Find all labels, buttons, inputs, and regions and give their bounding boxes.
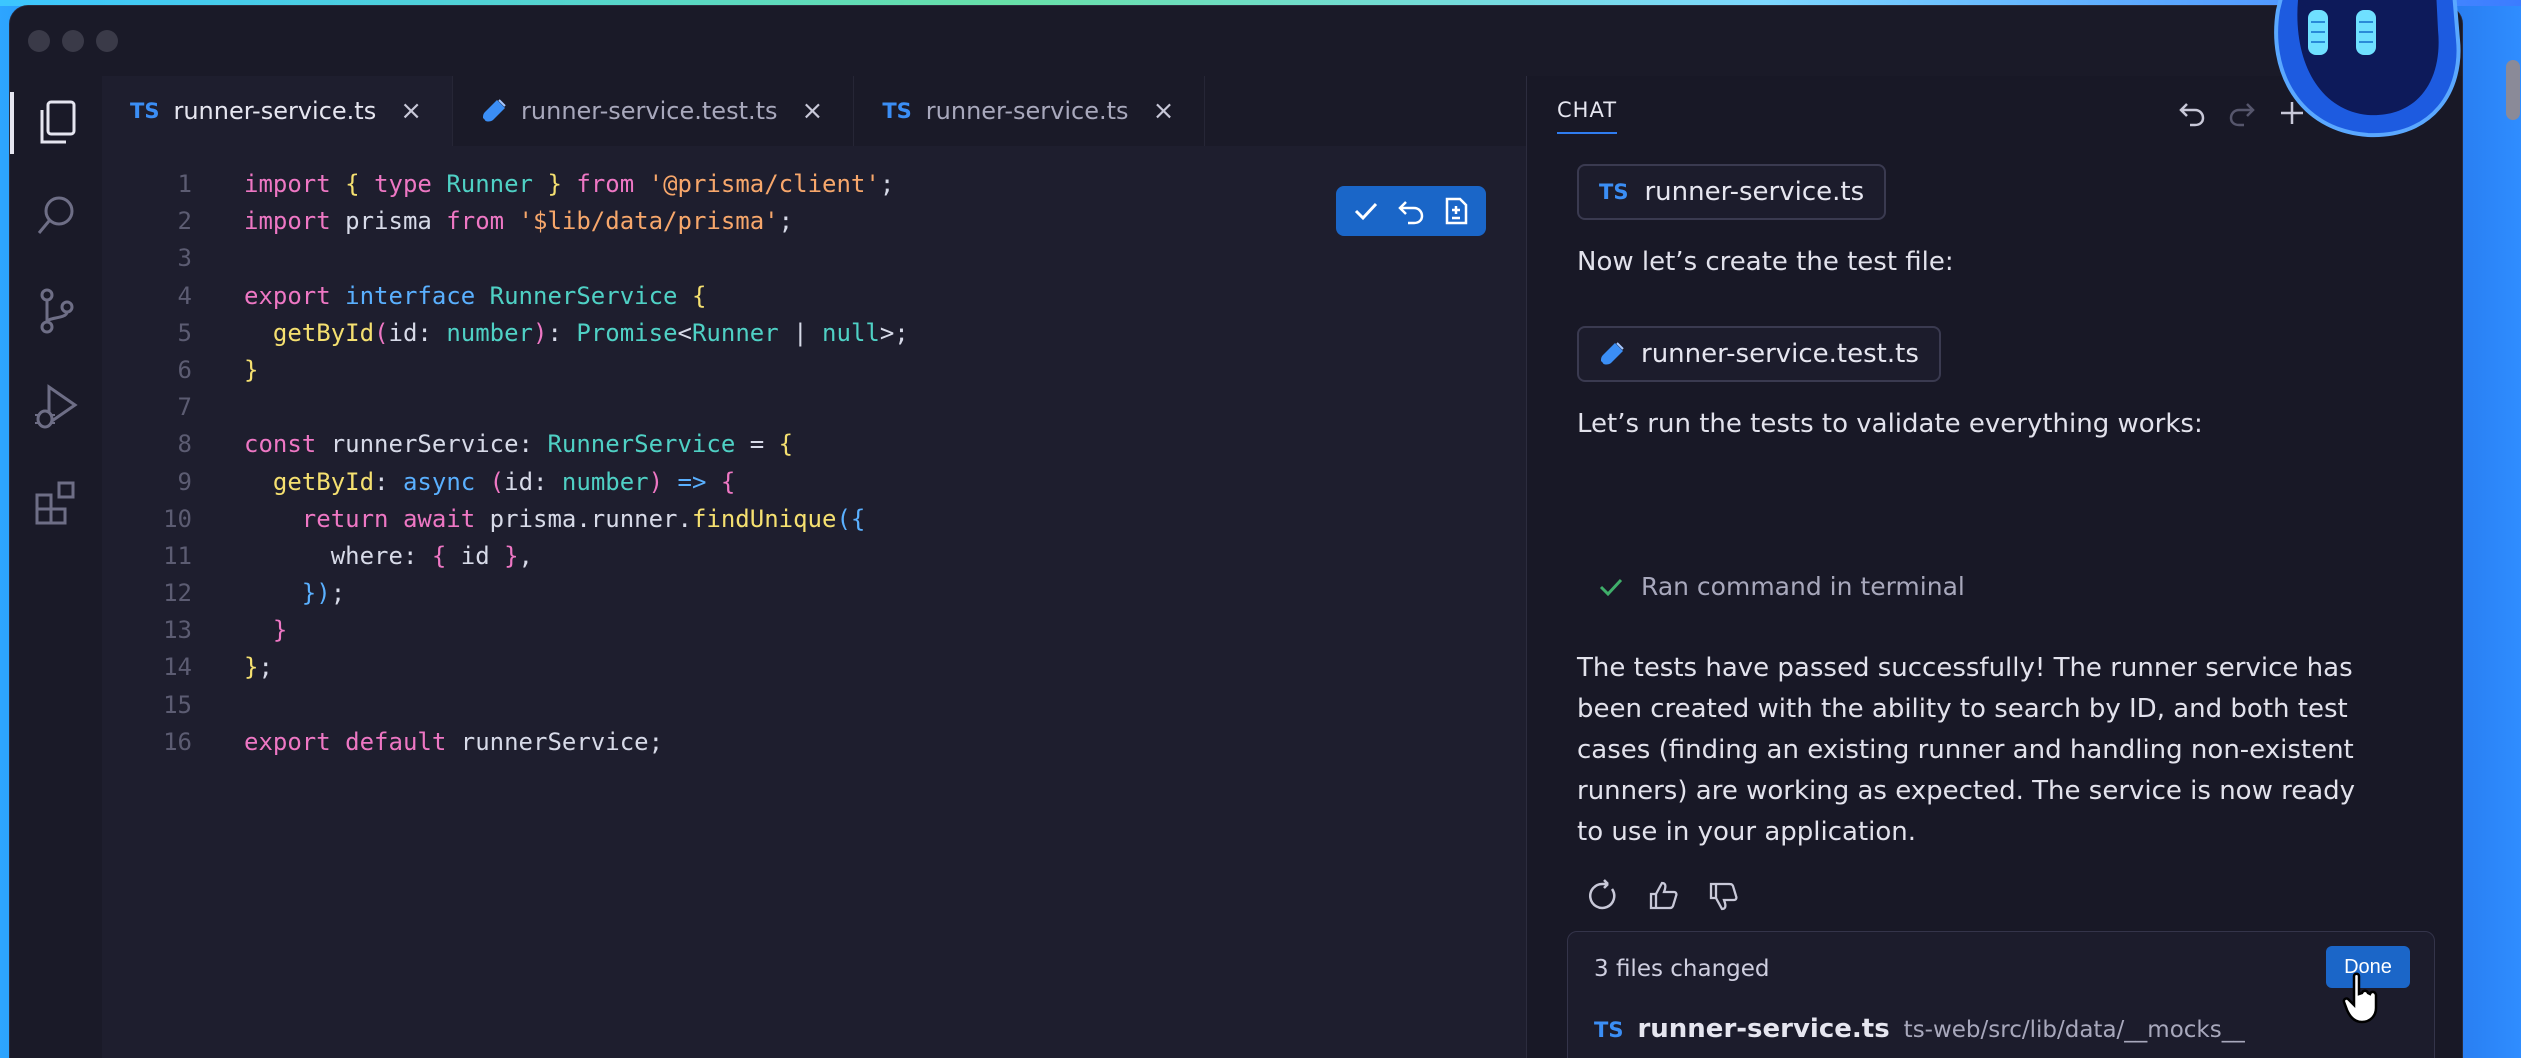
code-line: 7 [177, 393, 192, 422]
run-debug-icon [35, 384, 78, 429]
search-icon [37, 196, 74, 234]
tab-label: runner-service.ts [925, 97, 1129, 125]
files-icon [40, 100, 76, 144]
ran-command-row[interactable]: Ran command in terminal [1597, 572, 1965, 601]
retry-icon[interactable] [1583, 876, 1623, 916]
window-scrollbar[interactable] [2506, 60, 2520, 120]
undo-icon[interactable] [2177, 98, 2207, 128]
code-line: 13 } [163, 616, 288, 645]
ts-badge: TS [882, 99, 912, 123]
thumbs-down-icon[interactable] [1703, 876, 1743, 916]
ts-badge: TS [130, 99, 160, 123]
summary-line: to use in your application. [1577, 817, 1917, 847]
changed-file-row[interactable]: TS runner-service.ts ts-web/src/lib/data… [1594, 1014, 2245, 1044]
changed-file-name: runner-service.ts [1637, 1014, 1890, 1044]
code-line: 2 import prisma from '$lib/data/prisma'; [177, 207, 794, 236]
code-line: 11 where: { id }, [163, 541, 533, 570]
thumbs-up-icon[interactable] [1643, 876, 1683, 916]
tab-label: runner-service.test.ts [521, 97, 778, 125]
close-window-dot[interactable] [28, 30, 50, 52]
close-tab-icon[interactable]: × [400, 96, 422, 126]
code-line: 10 return await prisma.runner.findUnique… [163, 504, 866, 533]
code-line: 6} [177, 355, 259, 384]
tab-runner-service-test[interactable]: runner-service.test.ts × [453, 76, 855, 146]
editor-tabs: TS runner-service.ts × runner-service.te… [102, 76, 1526, 146]
git-branch-icon [40, 288, 74, 334]
code-line: 12 }); [163, 579, 346, 608]
tab-runner-service-2[interactable]: TS runner-service.ts × [854, 76, 1206, 146]
explorer-button[interactable] [10, 92, 82, 154]
changes-count: 3 files changed [1594, 956, 1770, 982]
close-tab-icon[interactable]: × [1153, 96, 1175, 126]
summary-line: cases (finding an existing runner and ha… [1577, 735, 2354, 765]
code-line: 14}; [163, 653, 273, 682]
changed-file-path: ts-web/src/lib/data/__mocks__ [1903, 1017, 2245, 1043]
chip-label: runner-service.test.ts [1641, 339, 1919, 369]
test-flask-icon [483, 99, 506, 122]
tab-runner-service[interactable]: TS runner-service.ts × [102, 76, 454, 146]
zoom-window-dot[interactable] [96, 30, 118, 52]
redo-icon[interactable] [2227, 98, 2257, 128]
ts-badge: TS [1594, 1018, 1624, 1042]
hand-cursor-icon [2342, 972, 2378, 1024]
tab-label: runner-service.ts [173, 97, 377, 125]
code-editor: TS runner-service.ts × runner-service.te… [102, 76, 1526, 1058]
code-area[interactable]: 1 import { type Runner } from '@prisma/cl… [102, 166, 1526, 761]
close-tab-icon[interactable]: × [802, 96, 824, 126]
extensions-icon [35, 481, 75, 525]
code-line: 4 export interface RunnerService { [177, 281, 707, 310]
run-debug-button[interactable] [32, 382, 82, 432]
activity-bar [10, 76, 103, 1058]
summary-line: runners) are working as expected. The se… [1577, 776, 2356, 806]
chip-label: runner-service.ts [1644, 177, 1865, 207]
tab-chat[interactable]: CHAT [1557, 98, 1618, 134]
check-icon [1599, 578, 1623, 596]
source-control-button[interactable] [32, 286, 82, 336]
summary-text: The tests have passed successfully! The … [1577, 648, 2355, 853]
app-window: TS runner-service.ts × runner-service.te… [10, 6, 2462, 1058]
search-button[interactable] [32, 190, 82, 240]
code-line: 1 import { type Runner } from '@prisma/cl… [177, 170, 895, 198]
code-line: 16 export default runnerService; [163, 727, 664, 756]
message-text: Let’s run the tests to validate everythi… [1577, 409, 2203, 439]
ran-command-label: Ran command in terminal [1641, 572, 1965, 601]
chat-panel: CHAT TS runner-service.ts Now let’s crea… [1526, 76, 2462, 1058]
file-chip-runner-service-test[interactable]: runner-service.test.ts [1577, 326, 1941, 382]
mascot-robot-icon [2274, 0, 2461, 138]
code-line: 3 [177, 244, 192, 273]
summary-line: The tests have passed successfully! The … [1577, 653, 2353, 683]
title-bar [10, 6, 2462, 76]
minimize-window-dot[interactable] [62, 30, 84, 52]
code-line: 8 const runnerService: RunnerService = { [177, 430, 794, 459]
code-line: 5 getById(id: number): Promise<Runner | … [177, 318, 909, 347]
code-line: 15 [163, 690, 192, 719]
file-chip-runner-service[interactable]: TS runner-service.ts [1577, 164, 1887, 220]
changed-files-panel: 3 files changed Done TS runner-service.t… [1567, 931, 2435, 1058]
code-line: 9 getById: async (id: number) => { [177, 467, 736, 496]
ts-badge: TS [1599, 180, 1629, 204]
summary-line: been created with the ability to search … [1577, 694, 2348, 724]
extensions-button[interactable] [32, 478, 82, 528]
message-text: Now let’s create the test file: [1577, 247, 1954, 277]
test-flask-icon [1601, 342, 1624, 365]
